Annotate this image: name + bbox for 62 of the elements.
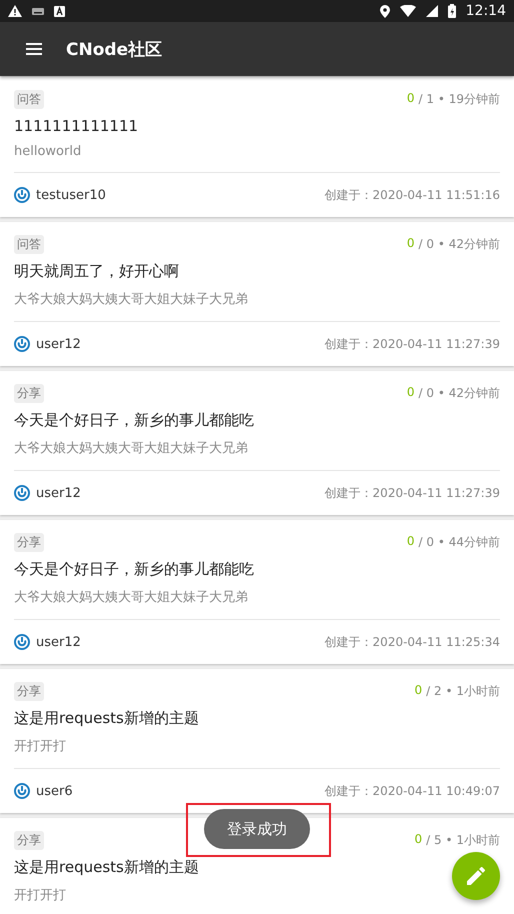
created-time: 创建于：2020-04-11 11:25:34 — [324, 634, 500, 650]
author-name: user12 — [36, 634, 81, 650]
topic-stats: / 5 • 1小时前 — [426, 832, 500, 849]
topic-card[interactable]: 问答 0 / 1 • 19分钟前 1111111111111 helloworld testuser10 创建于：2020-04-11 11:51:16 — [0, 77, 514, 217]
like-count: 0 — [406, 385, 415, 401]
like-count: 0 — [406, 534, 415, 550]
topic-excerpt: 大爷大娘大妈大姨大哥大姐大妹子大兄弟 — [14, 589, 248, 606]
topic-excerpt: 大爷大娘大妈大姨大哥大姐大妹子大兄弟 — [14, 440, 248, 457]
user-avatar-icon — [14, 187, 30, 203]
topic-title: 今天是个好日子，新乡的事儿都能吃 — [14, 560, 254, 579]
topic-title: 今天是个好日子，新乡的事儿都能吃 — [14, 411, 254, 430]
signal-icon — [426, 5, 438, 17]
topic-stats: / 2 • 1小时前 — [426, 683, 500, 700]
like-count: 0 — [414, 683, 422, 699]
topic-tag: 分享 — [14, 682, 44, 701]
app-notification-icon — [54, 6, 65, 16]
topic-tag: 分享 — [14, 831, 44, 850]
menu-icon[interactable] — [26, 43, 42, 55]
topic-card[interactable]: 分享 0 / 0 • 42分钟前 今天是个好日子，新乡的事儿都能吃 大爷大娘大妈大姨大哥大姐大妹子大兄弟 user12 创建于：2020-04-11 11:27:39 — [0, 371, 514, 515]
created-time: 创建于：2020-04-11 11:51:16 — [324, 186, 500, 204]
topic-tag: 分享 — [14, 533, 44, 552]
user-avatar-icon — [14, 634, 30, 650]
status-time: 12:14 — [466, 3, 506, 19]
user-avatar-icon — [14, 336, 30, 352]
user-avatar-icon — [14, 485, 30, 501]
created-time: 创建于：2020-04-11 11:27:39 — [324, 484, 500, 502]
user-avatar-icon — [14, 783, 30, 799]
topic-title: 这是用requests新增的主题 — [14, 709, 199, 728]
topic-tag: 分享 — [14, 384, 44, 403]
battery-icon — [448, 4, 456, 18]
author-name: user6 — [36, 784, 73, 798]
like-count: 0 — [414, 832, 422, 848]
topic-stats: / 0 • 42分钟前 — [418, 385, 500, 402]
topic-stats: / 0 • 44分钟前 — [418, 534, 500, 551]
topic-stats: / 1 • 19分钟前 — [418, 91, 500, 108]
topic-tag: 问答 — [14, 90, 44, 109]
topic-excerpt: 开打开打 — [14, 738, 66, 755]
created-time: 创建于：2020-04-11 10:49:07 — [324, 782, 500, 800]
like-count: 0 — [406, 91, 415, 107]
location-icon — [380, 4, 390, 18]
author-name: testuser10 — [36, 188, 106, 202]
topic-title: 明天就周五了，好开心啊 — [14, 262, 179, 281]
author-name: user12 — [36, 336, 81, 352]
topic-card[interactable]: 分享 0 / 0 • 44分钟前 今天是个好日子，新乡的事儿都能吃 大爷大娘大妈大姨大哥大姐大妹子大兄弟 user12 创建于：2020-04-11 11:25:34 — [0, 520, 514, 664]
wifi-icon — [400, 5, 416, 17]
author-name: user12 — [36, 486, 81, 500]
toast-message: 登录成功 — [204, 809, 310, 849]
topic-stats: / 0 • 42分钟前 — [418, 236, 500, 253]
created-time: 创建于：2020-04-11 11:27:39 — [324, 336, 500, 352]
pencil-icon — [467, 867, 485, 885]
topic-tag: 问答 — [14, 235, 44, 254]
topic-card[interactable]: 问答 0 / 0 • 42分钟前 明天就周五了，好开心啊 大爷大娘大妈大姨大哥大姐大妹子大兄弟 user12 创建于：2020-04-11 11:27:39 — [0, 222, 514, 366]
warning-icon — [8, 5, 22, 17]
app-title: CNode社区 — [66, 38, 162, 60]
topic-title: 1111111111111 — [14, 117, 138, 135]
keyboard-icon — [32, 8, 44, 14]
topic-excerpt: 大爷大娘大妈大姨大哥大姐大妹子大兄弟 — [14, 291, 248, 308]
like-count: 0 — [406, 236, 415, 252]
topic-title: 这是用requests新增的主题 — [14, 858, 199, 877]
topic-excerpt: helloworld — [14, 144, 82, 159]
topic-excerpt: 开打开打 — [14, 887, 66, 904]
topic-card[interactable]: 分享 0 / 2 • 1小时前 这是用requests新增的主题 开打开打 user6 创建于：2020-04-11 10:49:07 — [0, 669, 514, 813]
